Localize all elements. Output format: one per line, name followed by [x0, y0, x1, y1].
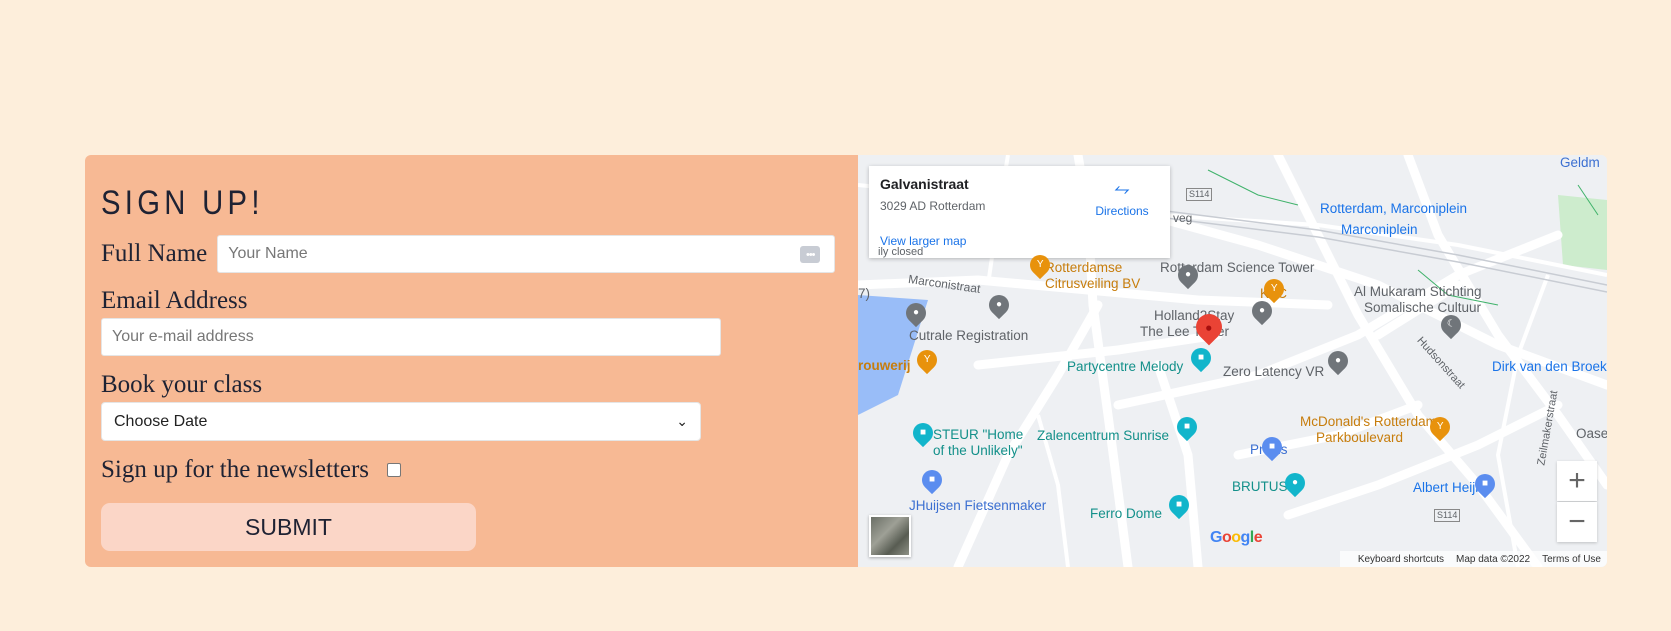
satellite-view-toggle[interactable]: [869, 515, 911, 557]
map-place-name: Galvanistraat: [880, 176, 969, 192]
map-label: ily closed: [878, 246, 924, 258]
directions-icon: ⥊: [1114, 178, 1130, 200]
map-place-address: 3029 AD Rotterdam: [880, 199, 986, 213]
class-date-value: Choose Date: [114, 412, 208, 430]
class-label: Book your class: [101, 371, 263, 398]
google-logo: Google: [1210, 529, 1263, 546]
signup-card: SIGN UP! Full Name Your Name ••• Email A…: [85, 155, 1607, 567]
email-placeholder: Your e-mail address: [112, 328, 254, 345]
zoom-out-button[interactable]: −: [1557, 502, 1597, 542]
map-label[interactable]: Albert Heijn: [1413, 480, 1483, 496]
map-label[interactable]: McDonald's Rotterdam: [1300, 414, 1437, 430]
map-label[interactable]: Marconiplein: [1341, 222, 1418, 238]
directions-button[interactable]: ⥊ Directions: [1092, 178, 1152, 218]
map-label[interactable]: Cutrale Registration: [909, 328, 1028, 344]
class-date-select[interactable]: Choose Date ⌄: [101, 402, 701, 441]
form-title: SIGN UP!: [101, 184, 264, 222]
map-label[interactable]: Dirk van den Broek: [1492, 359, 1607, 375]
map-label[interactable]: Somalische Cultuur: [1364, 300, 1481, 316]
submit-button[interactable]: SUBMIT: [101, 503, 476, 551]
map-label[interactable]: Zero Latency VR: [1223, 364, 1324, 380]
map-label[interactable]: Al Mukaram Stichting: [1354, 284, 1482, 300]
map-label[interactable]: Rotterdamse: [1045, 260, 1122, 276]
newsletter-label: Sign up for the newsletters: [101, 456, 370, 483]
map-label[interactable]: of the Unlikely": [933, 443, 1023, 459]
terms-link[interactable]: Terms of Use: [1542, 554, 1601, 565]
newsletter-row: Sign up for the newsletters: [101, 456, 402, 484]
map-label: veg: [1173, 211, 1193, 225]
email-label: Email Address: [101, 287, 248, 314]
full-name-input[interactable]: Your Name •••: [217, 235, 836, 273]
map-label[interactable]: Ferro Dome: [1090, 506, 1162, 522]
chevron-down-icon: ⌄: [676, 413, 688, 429]
map-label: 7): [858, 286, 871, 301]
map-label[interactable]: Rotterdam, Marconiplein: [1320, 201, 1467, 217]
map-label[interactable]: Geldm: [1560, 155, 1600, 171]
map-label[interactable]: Partycentre Melody: [1067, 359, 1183, 375]
email-input[interactable]: Your e-mail address: [101, 318, 721, 356]
road-shield: S114: [1186, 188, 1213, 201]
map-label[interactable]: JHuijsen Fietsenmaker: [909, 498, 1046, 514]
full-name-placeholder: Your Name: [228, 245, 308, 262]
map-label[interactable]: Oase: [1576, 426, 1607, 442]
autofill-icon[interactable]: •••: [800, 246, 821, 263]
full-name-label: Full Name: [101, 240, 208, 267]
map-data-text: Map data ©2022: [1456, 553, 1531, 565]
map-label[interactable]: Zalencentrum Sunrise: [1037, 428, 1169, 444]
zoom-in-button[interactable]: +: [1557, 461, 1597, 501]
map-label[interactable]: BRUTUS: [1232, 479, 1288, 495]
newsletter-checkbox[interactable]: [387, 463, 402, 477]
full-name-row: Full Name Your Name •••: [101, 235, 836, 273]
map-label[interactable]: Holland2Stay: [1154, 308, 1234, 324]
keyboard-shortcuts-link[interactable]: Keyboard shortcuts: [1358, 554, 1444, 565]
map-label[interactable]: Citrusveiling BV: [1045, 276, 1140, 292]
directions-label: Directions: [1095, 204, 1149, 218]
signup-form: SIGN UP! Full Name Your Name ••• Email A…: [85, 155, 858, 567]
road-shield: S114: [1434, 509, 1461, 522]
map-footer: Keyboard shortcuts Map data ©2022 Terms …: [1339, 551, 1607, 567]
map-label[interactable]: rouwerij: [858, 358, 911, 374]
map-label[interactable]: Parkboulevard: [1316, 430, 1403, 446]
map-label[interactable]: STEUR "Home: [933, 427, 1023, 443]
embedded-map[interactable]: Galvanistraat 3029 AD Rotterdam View lar…: [858, 155, 1607, 567]
